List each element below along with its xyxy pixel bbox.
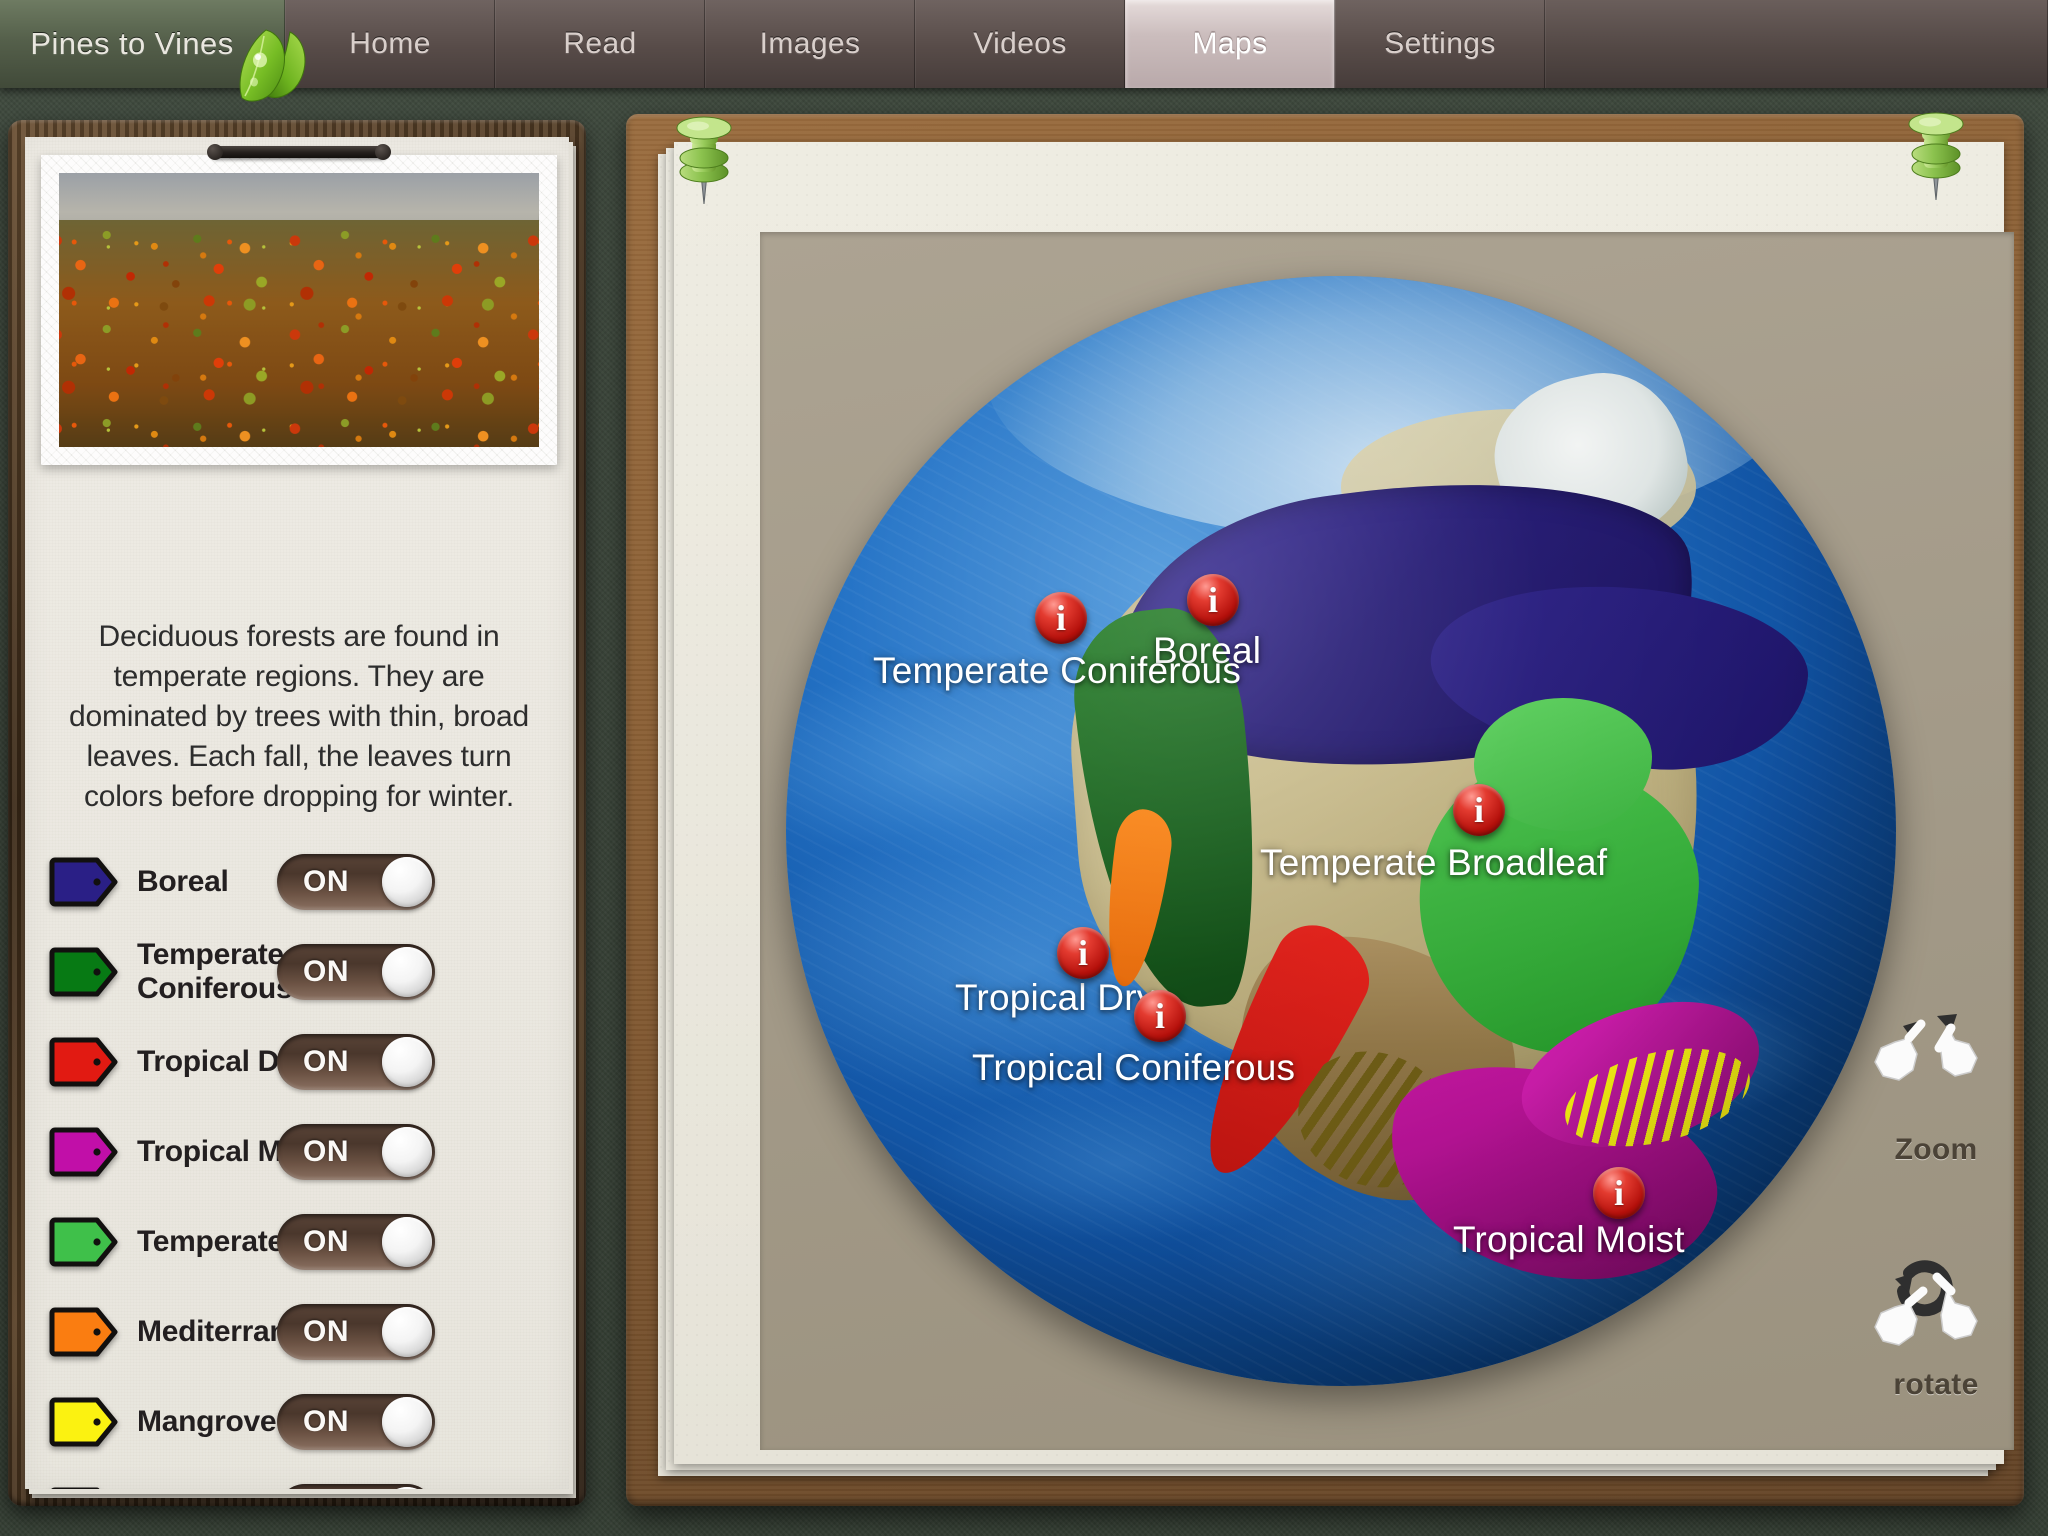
tab-maps-label: Maps — [1192, 27, 1268, 60]
tab-settings-label: Settings — [1384, 27, 1496, 60]
info-marker-boreal[interactable] — [1187, 574, 1239, 626]
toggle-temperate-coniferous-knob[interactable] — [382, 947, 432, 997]
toggle-tropical-moist-state: ON — [303, 1135, 349, 1168]
tab-videos-label: Videos — [973, 27, 1067, 60]
tag-swatch-temperate-broadleaf-icon — [49, 1216, 121, 1268]
sidebar-page: Autumn deciduous forest Deciduous forest… — [25, 137, 569, 1489]
tag-swatch-boreal-icon — [49, 856, 121, 908]
toggle-mangrove-state: ON — [303, 1405, 349, 1438]
tab-images-label: Images — [759, 27, 861, 60]
info-marker-temperate-broadleaf[interactable] — [1453, 784, 1505, 836]
tab-read[interactable]: Read — [495, 0, 705, 88]
biome-legend-list: Boreal ON Temperate Coniferous ON Tropic… — [45, 837, 569, 1489]
legend-item-mangrove[interactable]: Mangrove ON — [45, 1377, 569, 1467]
toggle-boreal[interactable]: ON — [277, 854, 435, 910]
info-marker-tropical-moist[interactable] — [1593, 1167, 1645, 1219]
toggle-temperate-broadleaf-knob[interactable] — [382, 1217, 432, 1267]
tab-home-label: Home — [349, 27, 431, 60]
legend-item-tropical-coniferous[interactable]: Tropical Coniferous ON — [45, 1467, 569, 1489]
toggle-tropical-dry[interactable]: ON — [277, 1034, 435, 1090]
biome-description: Deciduous forests are found in temperate… — [69, 620, 529, 813]
brand-title: Pines to Vines — [30, 26, 234, 61]
globe-map-viewport[interactable]: Boreal Temperate Coniferous Temperate Br… — [760, 232, 2014, 1450]
tag-swatch-tropical-dry-icon — [49, 1036, 121, 1088]
tab-maps[interactable]: Maps — [1125, 0, 1335, 88]
toggle-mangrove[interactable]: ON — [277, 1394, 435, 1450]
legend-item-tropical-dry[interactable]: Tropical Dry ON — [45, 1017, 569, 1107]
app-root: Pines to Vines Home Read Images Videos M… — [0, 0, 2048, 1536]
toggle-tropical-moist[interactable]: ON — [277, 1124, 435, 1180]
toggle-mangrove-knob[interactable] — [382, 1397, 432, 1447]
toggle-tropical-dry-state: ON — [303, 1045, 349, 1078]
photo-hanger-bar-icon — [207, 144, 391, 160]
legend-item-temperate-broadleaf[interactable]: Temperate Broadleaf ON — [45, 1197, 569, 1287]
toggle-boreal-knob[interactable] — [382, 857, 432, 907]
toggle-tropical-dry-knob[interactable] — [382, 1037, 432, 1087]
legend-item-mediterranean[interactable]: Mediterranean ON — [45, 1287, 569, 1377]
brand-tab[interactable]: Pines to Vines — [0, 0, 285, 88]
globe-sphere[interactable] — [786, 276, 1896, 1386]
tab-videos[interactable]: Videos — [915, 0, 1125, 88]
paper-sheet-front: Boreal Temperate Coniferous Temperate Br… — [674, 142, 2014, 1464]
toggle-mediterranean[interactable]: ON — [277, 1304, 435, 1360]
tag-swatch-temperate-coniferous-icon — [49, 946, 121, 998]
legend-item-temperate-coniferous[interactable]: Temperate Coniferous ON — [45, 927, 569, 1017]
info-marker-temperate-coniferous[interactable] — [1035, 592, 1087, 644]
toggle-tropical-coniferous-knob[interactable] — [382, 1487, 432, 1489]
toggle-temperate-broadleaf[interactable]: ON — [277, 1214, 435, 1270]
tag-swatch-mediterranean-icon — [49, 1306, 121, 1358]
globe-wrapper: Boreal Temperate Coniferous Temperate Br… — [760, 232, 2014, 1450]
top-tab-bar: Pines to Vines Home Read Images Videos M… — [0, 0, 2048, 88]
tag-swatch-tropical-coniferous-icon — [49, 1486, 121, 1489]
sidebar-frame: Autumn deciduous forest Deciduous forest… — [8, 120, 586, 1506]
info-marker-tropical-dry[interactable] — [1057, 927, 1109, 979]
tab-images[interactable]: Images — [705, 0, 915, 88]
toggle-temperate-broadleaf-state: ON — [303, 1225, 349, 1258]
toggle-boreal-state: ON — [303, 865, 349, 898]
biome-photo — [59, 173, 539, 447]
tab-bar-filler — [1545, 0, 2048, 88]
toggle-temperate-coniferous[interactable]: ON — [277, 944, 435, 1000]
map-board: Boreal Temperate Coniferous Temperate Br… — [626, 114, 2024, 1506]
tab-read-label: Read — [563, 27, 637, 60]
tag-swatch-mangrove-icon — [49, 1396, 121, 1448]
photo-canopy-layer — [59, 219, 539, 447]
tab-home[interactable]: Home — [285, 0, 495, 88]
toggle-mediterranean-knob[interactable] — [382, 1307, 432, 1357]
tab-settings[interactable]: Settings — [1335, 0, 1545, 88]
toggle-mediterranean-state: ON — [303, 1315, 349, 1348]
biome-photo-card: Autumn deciduous forest — [41, 144, 557, 465]
legend-item-tropical-moist[interactable]: Tropical Moist ON — [45, 1107, 569, 1197]
toggle-tropical-coniferous[interactable]: ON — [277, 1484, 435, 1489]
tag-swatch-tropical-moist-icon — [49, 1126, 121, 1178]
legend-item-boreal[interactable]: Boreal ON — [45, 837, 569, 927]
sidebar-paper-stack: Autumn deciduous forest Deciduous forest… — [25, 137, 576, 1498]
info-marker-tropical-coniferous[interactable] — [1134, 990, 1186, 1042]
toggle-temperate-coniferous-state: ON — [303, 955, 349, 988]
toggle-tropical-moist-knob[interactable] — [382, 1127, 432, 1177]
